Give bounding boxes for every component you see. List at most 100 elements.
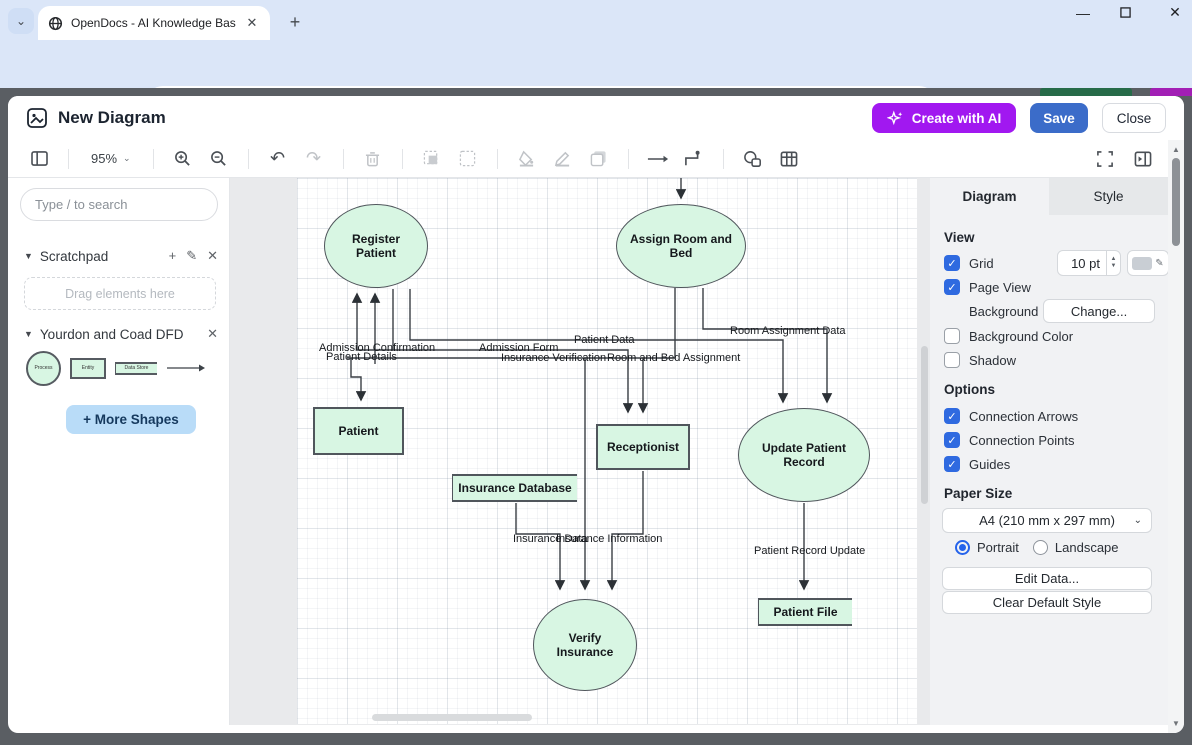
grid-color-button[interactable]: ✎ <box>1127 250 1169 276</box>
scratchpad-close-icon[interactable]: ✕ <box>207 248 218 264</box>
node-entity[interactable]: Receptionist <box>596 424 690 470</box>
connection-arrows-checkbox[interactable]: ✓ <box>944 408 960 424</box>
paper-size-value: A4 (210 mm x 297 mm) <box>979 513 1115 528</box>
palette-shapes: Process Entity Data Store <box>26 348 216 388</box>
elbow-connector-icon[interactable] <box>683 148 705 170</box>
editor-toolbar: 95% ⌄ ↶ ↷ <box>8 140 1168 178</box>
save-button[interactable]: Save <box>1030 103 1088 133</box>
palette-title: Yourdon and Coad DFD <box>40 327 184 342</box>
window-minimize-button[interactable]: — <box>1074 5 1092 21</box>
node-process[interactable]: Register Patient <box>324 204 428 288</box>
zoom-in-icon[interactable] <box>172 148 194 170</box>
chevron-down-icon: ⌄ <box>123 153 131 164</box>
palette-datastore-shape[interactable]: Data Store <box>115 362 157 375</box>
edit-data-button[interactable]: Edit Data... <box>942 567 1152 590</box>
scrollbar-thumb[interactable] <box>1172 158 1180 246</box>
grid-checkbox[interactable]: ✓ <box>944 255 960 271</box>
edge-label: Room and Bed Assignment <box>607 352 740 364</box>
tab-search-button[interactable]: ⌄ <box>8 8 34 34</box>
diagram-icon <box>26 107 48 129</box>
grid-size-stepper[interactable]: ▲▼ <box>1107 250 1121 276</box>
palette-entity-shape[interactable]: Entity <box>70 358 106 379</box>
palette-section-header[interactable]: ▼ Yourdon and Coad DFD ✕ <box>24 326 218 342</box>
more-shapes-button[interactable]: + More Shapes <box>66 405 196 434</box>
shapes-icon[interactable] <box>742 148 764 170</box>
tab-diagram[interactable]: Diagram <box>930 178 1049 215</box>
landscape-radio[interactable] <box>1033 540 1048 555</box>
shape-sidebar: ▼ Scratchpad + ✎ ✕ Drag elements here ▼ … <box>8 178 230 725</box>
browser-navbar: ← → ⟳ ai-toolbox.visual-paradigm.com/app… <box>0 40 1192 88</box>
connection-points-label: Connection Points <box>969 433 1075 448</box>
guides-row: ✓ Guides <box>944 456 1010 472</box>
background-color-checkbox[interactable] <box>944 328 960 344</box>
tab-style[interactable]: Style <box>1049 178 1168 215</box>
node-process[interactable]: Verify Insurance <box>533 599 637 691</box>
scratchpad-section-header[interactable]: ▼ Scratchpad + ✎ ✕ <box>24 248 218 264</box>
scroll-up-icon[interactable]: ▲ <box>1168 145 1184 154</box>
zoom-out-icon[interactable] <box>208 148 230 170</box>
landscape-label: Landscape <box>1055 540 1119 555</box>
background-fragment <box>1150 88 1192 96</box>
page-view-checkbox[interactable]: ✓ <box>944 279 960 295</box>
fullscreen-icon[interactable] <box>1094 148 1116 170</box>
collapse-icon[interactable]: ▼ <box>24 329 33 339</box>
search-input[interactable] <box>35 197 203 212</box>
browser-tab[interactable]: OpenDocs - AI Knowledge Base ✕ <box>38 6 270 40</box>
palette-process-shape[interactable]: Process <box>26 351 61 386</box>
window-close-button[interactable]: ✕ <box>1166 4 1184 21</box>
scroll-down-icon[interactable]: ▼ <box>1168 719 1184 728</box>
editor-header: New Diagram Create with AI Save Close <box>8 96 1184 140</box>
paper-size-select[interactable]: A4 (210 mm x 297 mm) ⌄ <box>942 508 1152 533</box>
node-process[interactable]: Assign Room and Bed <box>616 204 746 288</box>
straight-connector-icon[interactable] <box>647 148 669 170</box>
toggle-right-panel-icon[interactable] <box>1132 148 1154 170</box>
copy-style-icon[interactable] <box>588 148 610 170</box>
collapse-icon[interactable]: ▼ <box>24 251 33 261</box>
toggle-sidebar-icon[interactable] <box>28 148 50 170</box>
fill-color-icon[interactable] <box>516 148 538 170</box>
shadow-row: Shadow <box>944 352 1016 368</box>
browser-chrome: ⌄ OpenDocs - AI Knowledge Base ✕ + — ✕ ←… <box>0 0 1192 88</box>
chevron-down-icon: ⌄ <box>1134 515 1142 526</box>
diagram-canvas[interactable]: Register Patient Assign Room and Bed Upd… <box>230 178 930 725</box>
window-maximize-button[interactable] <box>1120 7 1138 18</box>
scratchpad-dropzone[interactable]: Drag elements here <box>24 277 216 310</box>
clear-default-style-button[interactable]: Clear Default Style <box>942 591 1152 614</box>
select-region-icon[interactable] <box>457 148 479 170</box>
delete-icon[interactable] <box>362 148 384 170</box>
background-row: Background <box>969 304 1038 319</box>
tab-close-icon[interactable]: ✕ <box>244 15 260 31</box>
shadow-checkbox[interactable] <box>944 352 960 368</box>
zoom-level-dropdown[interactable]: 95% ⌄ <box>87 151 135 166</box>
page-title: New Diagram <box>58 108 166 128</box>
duplicate-icon[interactable] <box>421 148 443 170</box>
grid-size-input[interactable] <box>1057 250 1107 276</box>
grid-row: ✓ Grid ▲▼ ✎ <box>944 255 994 271</box>
scratchpad-edit-icon[interactable]: ✎ <box>186 248 197 264</box>
line-color-icon[interactable] <box>552 148 574 170</box>
table-icon[interactable] <box>778 148 800 170</box>
palette-close-icon[interactable]: ✕ <box>207 326 218 342</box>
portrait-radio[interactable] <box>955 540 970 555</box>
node-entity[interactable]: Patient <box>313 407 404 455</box>
redo-icon[interactable]: ↷ <box>303 148 325 170</box>
shape-search[interactable] <box>20 188 218 221</box>
background-change-button[interactable]: Change... <box>1043 299 1155 323</box>
shadow-label: Shadow <box>969 353 1016 368</box>
connection-points-checkbox[interactable]: ✓ <box>944 432 960 448</box>
app-vertical-scrollbar[interactable]: ▲ ▼ <box>1168 140 1184 733</box>
canvas-vertical-scrollbar[interactable] <box>921 346 928 504</box>
node-datastore[interactable]: Insurance Database <box>452 474 577 502</box>
close-button[interactable]: Close <box>1102 103 1166 133</box>
canvas-horizontal-scrollbar[interactable] <box>372 714 532 721</box>
new-tab-button[interactable]: + <box>282 9 308 35</box>
undo-icon[interactable]: ↶ <box>267 148 289 170</box>
guides-checkbox[interactable]: ✓ <box>944 456 960 472</box>
node-process[interactable]: Update Patient Record <box>738 408 870 502</box>
create-with-ai-button[interactable]: Create with AI <box>872 103 1016 133</box>
properties-panel: Diagram Style View ✓ Grid ▲▼ ✎ ✓ Page Vi… <box>930 178 1168 725</box>
palette-arrow-shape[interactable] <box>166 363 206 373</box>
scratchpad-add-icon[interactable]: + <box>169 248 177 264</box>
node-datastore[interactable]: Patient File <box>758 598 852 626</box>
edge-label: Insurance Verification <box>501 352 606 364</box>
